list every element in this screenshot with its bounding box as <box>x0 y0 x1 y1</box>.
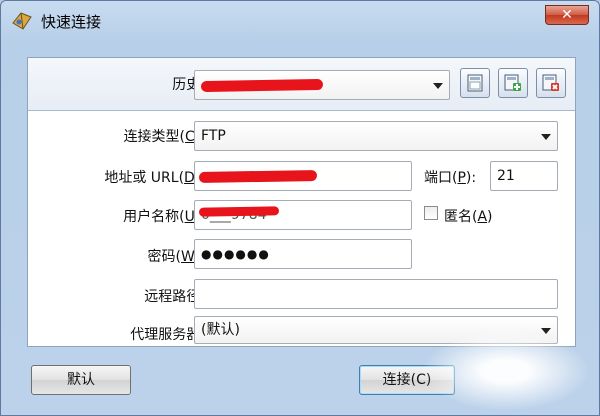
username-label: 用户名称(U): <box>123 209 205 225</box>
delete-history-icon <box>542 74 559 91</box>
title-bar[interactable]: 快速连接 ✕ <box>1 1 599 41</box>
anonymous-label[interactable]: 匿名(A) <box>444 206 493 226</box>
chevron-down-icon <box>433 83 443 89</box>
password-input[interactable]: ●●●●●● <box>194 239 412 269</box>
quick-connect-icon <box>11 11 33 31</box>
delete-history-button[interactable] <box>536 68 566 98</box>
remote-path-input[interactable] <box>194 279 558 309</box>
close-button[interactable]: ✕ <box>545 5 589 25</box>
port-label: 端口(P): <box>424 170 477 186</box>
connection-type-dropdown[interactable]: FTP <box>194 121 558 151</box>
redaction-mark <box>200 78 324 93</box>
chevron-down-icon <box>541 134 551 140</box>
redaction-mark <box>198 206 280 217</box>
anonymous-checkbox[interactable] <box>424 206 438 220</box>
proxy-value: (默认) <box>201 322 240 338</box>
port-input[interactable]: 21 <box>490 161 558 191</box>
connection-panel: 历史: 连接类型(C FTP 地址或 URL(D 端口(P): 21 用户名称(… <box>27 57 576 347</box>
quick-connect-dialog: 快速连接 ✕ 历史: 连接类型(C FTP 地址或 URL(D 端口(P): 2… <box>0 0 600 416</box>
default-button[interactable]: 默认 <box>31 365 131 395</box>
username-input[interactable]: 0___9784 <box>194 200 412 230</box>
image-glare <box>421 331 591 411</box>
add-history-icon <box>504 74 521 91</box>
history-dropdown[interactable] <box>194 70 450 100</box>
address-input[interactable] <box>194 161 412 191</box>
redaction-mark <box>198 169 318 184</box>
window-title: 快速连接 <box>41 13 102 31</box>
connection-type-label: 连接类型(C): <box>123 129 205 145</box>
save-history-button[interactable] <box>460 68 490 98</box>
save-history-icon <box>467 74 483 92</box>
add-history-button[interactable] <box>498 68 528 98</box>
address-label: 地址或 URL(D): <box>104 170 205 186</box>
connection-type-value: FTP <box>201 128 226 144</box>
close-icon: ✕ <box>561 7 573 23</box>
